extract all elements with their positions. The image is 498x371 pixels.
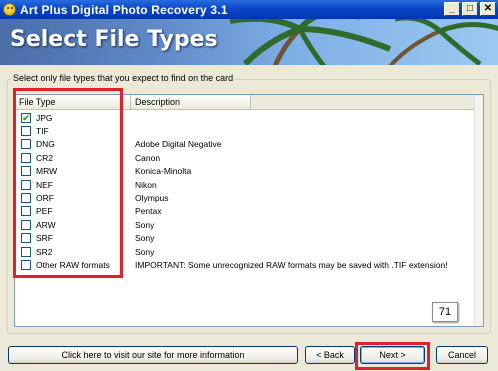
file-type-description: Adobe Digital Negative [135,139,222,150]
minimize-button[interactable]: _ [444,2,460,16]
window-title: Art Plus Digital Photo Recovery 3.1 [20,2,228,17]
file-type-description: Konica-Minolta [135,166,192,177]
window-controls: _ □ ✕ [444,2,496,16]
file-type-description: Olympus [135,193,169,204]
file-type-description: Sony [135,233,155,244]
file-type-description: Canon [135,152,161,163]
maximize-button[interactable]: □ [462,2,478,16]
counter-badge: 71 [432,302,458,322]
file-type-description: Pentax [135,206,162,217]
file-type-description: Sony [135,219,155,230]
file-type-description: Nikon [135,179,157,190]
group-legend: Select only file types that you expect t… [11,73,236,83]
visit-site-button[interactable]: Click here to visit our site for more in… [8,346,298,364]
smiley-app-icon [3,3,16,16]
column-header-description[interactable]: Description [131,95,251,109]
file-type-description: IMPORTANT: Some unrecognized RAW formats… [135,259,448,270]
highlight-box-next [355,342,430,370]
title-bar: Art Plus Digital Photo Recovery 3.1 _ □ … [0,0,498,19]
close-button[interactable]: ✕ [480,2,496,16]
vertical-scrollbar[interactable] [474,95,483,326]
page-title: Select File Types [10,27,218,52]
cancel-button[interactable]: Cancel [436,346,488,364]
back-button[interactable]: < Back [305,346,355,364]
highlight-box-file-types [13,88,123,278]
file-type-description: Sony [135,246,155,257]
header-banner: Select File Types [0,19,498,65]
